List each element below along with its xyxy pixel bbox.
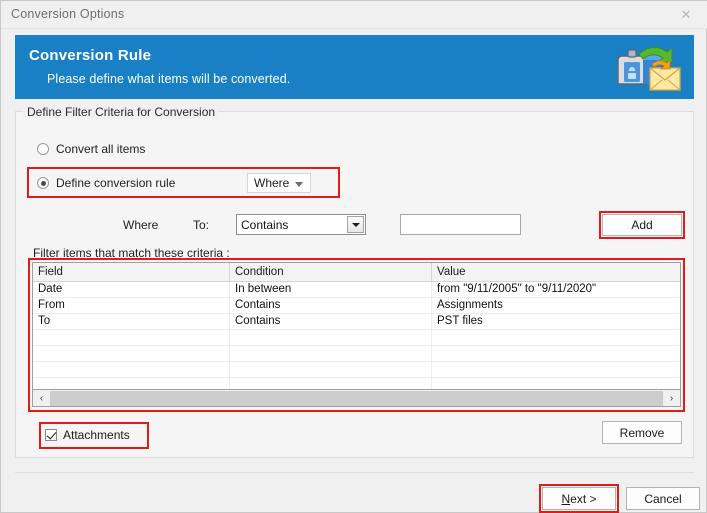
condition-dropdown[interactable]: Contains	[236, 214, 366, 235]
chevron-right-icon[interactable]: ›	[663, 390, 680, 406]
condition-dropdown-value: Contains	[241, 217, 289, 232]
cell-value	[432, 378, 680, 389]
cell-value	[432, 330, 680, 345]
title-bar: Conversion Options ✕	[1, 1, 707, 29]
cell-condition	[230, 362, 432, 377]
cell-field	[33, 330, 230, 345]
cell-condition: Contains	[230, 314, 432, 329]
cell-field: Date	[33, 282, 230, 297]
table-row-empty[interactable]	[33, 362, 680, 378]
radio-convert-all-items-label: Convert all items	[56, 142, 146, 156]
cell-value	[432, 346, 680, 361]
column-header-field[interactable]: Field	[33, 263, 230, 281]
conversion-options-dialog: Conversion Options ✕ Conversion Rule Ple…	[0, 0, 707, 513]
remove-button[interactable]: Remove	[602, 421, 682, 444]
attachments-checkbox[interactable]: Attachments	[45, 428, 130, 442]
table-row[interactable]: Date In between from "9/11/2005" to "9/1…	[33, 282, 680, 298]
banner: Conversion Rule Please define what items…	[15, 35, 694, 99]
cell-field	[33, 346, 230, 361]
radio-icon-checked	[37, 177, 49, 189]
cell-condition	[230, 378, 432, 389]
column-header-value[interactable]: Value	[432, 263, 680, 281]
cell-condition: In between	[230, 282, 432, 297]
table-row-empty[interactable]	[33, 346, 680, 362]
mailbox-convert-icon	[612, 40, 684, 96]
scrollbar-thumb[interactable]	[50, 390, 663, 406]
next-button-label-rest: ext >	[570, 491, 597, 506]
cell-field	[33, 378, 230, 389]
column-header-condition[interactable]: Condition	[230, 263, 432, 281]
attachments-checkbox-label: Attachments	[63, 428, 130, 442]
next-button[interactable]: Next >	[542, 487, 616, 510]
criteria-value-input[interactable]	[400, 214, 521, 235]
chevron-left-icon[interactable]: ‹	[33, 390, 50, 406]
table-row-empty[interactable]	[33, 378, 680, 389]
checkmark-icon	[45, 429, 57, 441]
scope-dropdown[interactable]: Where	[247, 173, 311, 193]
table-row-empty[interactable]	[33, 330, 680, 346]
radio-icon-unchecked	[37, 143, 49, 155]
radio-define-conversion-rule[interactable]: Define conversion rule	[37, 176, 175, 190]
radio-define-conversion-rule-label: Define conversion rule	[56, 176, 176, 190]
cell-condition: Contains	[230, 298, 432, 313]
criteria-list-caption: Filter items that match these criteria :	[33, 246, 230, 260]
table-row[interactable]: To Contains PST files	[33, 314, 680, 330]
criteria-list-header: Field Condition Value	[33, 263, 680, 282]
cell-value: PST files	[437, 315, 483, 327]
add-button[interactable]: Add	[602, 214, 682, 236]
banner-subtitle: Please define what items will be convert…	[47, 72, 291, 86]
cell-value: from "9/11/2005" to "9/11/2020"	[437, 283, 597, 295]
groupbox-label: Define Filter Criteria for Conversion	[23, 105, 220, 119]
table-row[interactable]: From Contains Assignments	[33, 298, 680, 314]
cell-condition	[230, 346, 432, 361]
cell-value: Assignments	[437, 299, 503, 311]
criteria-list[interactable]: Field Condition Value Date In between fr…	[32, 262, 681, 390]
scope-dropdown-value: Where	[254, 176, 290, 190]
chevron-down-icon	[295, 182, 303, 187]
cell-condition	[230, 330, 432, 345]
banner-title: Conversion Rule	[29, 47, 152, 64]
chevron-down-icon[interactable]	[347, 216, 364, 233]
cell-field	[33, 362, 230, 377]
footer-divider	[15, 472, 694, 473]
radio-convert-all-items[interactable]: Convert all items	[37, 142, 145, 156]
close-icon[interactable]: ✕	[664, 1, 707, 28]
cell-value	[432, 362, 680, 377]
where-label: Where	[123, 218, 159, 232]
window-title: Conversion Options	[11, 7, 125, 21]
to-label: To:	[193, 218, 210, 232]
cancel-button[interactable]: Cancel	[626, 487, 700, 510]
cell-field: To	[33, 314, 230, 329]
cell-field: From	[33, 298, 230, 313]
criteria-list-horizontal-scrollbar[interactable]: ‹ ›	[32, 390, 681, 407]
